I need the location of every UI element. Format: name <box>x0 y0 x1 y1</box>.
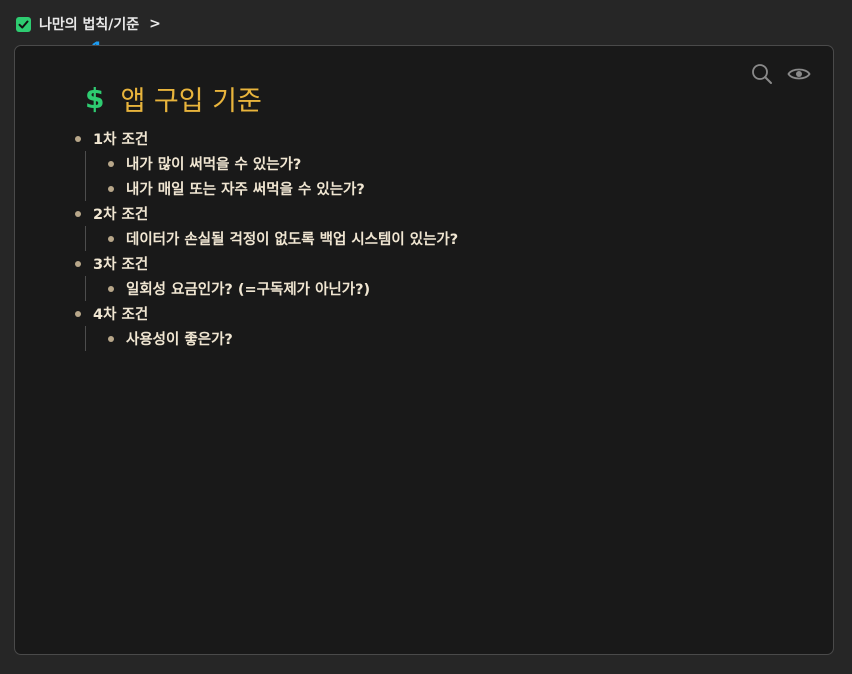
outline-item-label: 4차 조건 <box>93 307 149 323</box>
bullet-icon[interactable] <box>75 260 81 267</box>
bullet-icon[interactable] <box>75 210 81 217</box>
outline-row[interactable]: 2차 조건 <box>75 201 815 226</box>
outline-child-label: 데이터가 손실될 걱정이 없도록 백업 시스템이 있는가? <box>126 232 459 248</box>
outline-row[interactable]: 1차 조건 <box>75 126 815 151</box>
page-heading: $ 앱 구입 기준 <box>85 79 262 118</box>
bullet-icon[interactable] <box>108 235 114 242</box>
outline-item: 4차 조건 사용성이 좋은가? <box>75 301 815 351</box>
outline-child-row[interactable]: 내가 많이 써먹을 수 있는가? <box>108 151 815 176</box>
page-card: $ 앱 구입 기준 1차 조건 내가 많이 써먹을 수 있는가? 내가 매일 또… <box>14 45 834 655</box>
outline-item-label: 2차 조건 <box>93 207 149 223</box>
bullet-icon[interactable] <box>75 310 81 317</box>
page-title[interactable]: 앱 구입 기준 <box>120 79 261 118</box>
bullet-icon[interactable] <box>75 135 81 142</box>
outline-child-label: 내가 매일 또는 자주 써먹을 수 있는가? <box>126 182 365 198</box>
outline-child-label: 내가 많이 써먹을 수 있는가? <box>126 157 302 173</box>
outline-row[interactable]: 4차 조건 <box>75 301 815 326</box>
checkbox-checked-icon[interactable] <box>16 16 31 32</box>
outline-child-row[interactable]: 데이터가 손실될 걱정이 없도록 백업 시스템이 있는가? <box>108 226 815 251</box>
bullet-icon[interactable] <box>108 185 114 192</box>
outline-row[interactable]: 3차 조건 <box>75 251 815 276</box>
outline-item: 3차 조건 일회성 요금인가? (=구독제가 아닌가?) <box>75 251 815 301</box>
outline-children: 일회성 요금인가? (=구독제가 아닌가?) <box>85 276 815 301</box>
outline-child-label: 사용성이 좋은가? <box>126 332 233 348</box>
eye-icon[interactable] <box>787 65 811 87</box>
bullet-icon[interactable] <box>108 285 114 292</box>
dollar-icon: $ <box>85 82 105 115</box>
outline-children: 사용성이 좋은가? <box>85 326 815 351</box>
bullet-icon[interactable] <box>108 160 114 167</box>
outline-list: 1차 조건 내가 많이 써먹을 수 있는가? 내가 매일 또는 자주 써먹을 수… <box>75 126 815 351</box>
outline-child-row[interactable]: 일회성 요금인가? (=구독제가 아닌가?) <box>108 276 815 301</box>
outline-item: 2차 조건 데이터가 손실될 걱정이 없도록 백업 시스템이 있는가? <box>75 201 815 251</box>
breadcrumb-title[interactable]: 나만의 법칙/기준 <box>39 14 139 34</box>
breadcrumb-chevron[interactable]: > <box>149 16 161 32</box>
outline-item: 1차 조건 내가 많이 써먹을 수 있는가? 내가 매일 또는 자주 써먹을 수… <box>75 126 815 201</box>
outline-item-label: 3차 조건 <box>93 257 149 273</box>
outline-item-label: 1차 조건 <box>93 132 149 148</box>
bullet-icon[interactable] <box>108 335 114 342</box>
outline-children: 내가 많이 써먹을 수 있는가? 내가 매일 또는 자주 써먹을 수 있는가? <box>85 151 815 201</box>
outline-child-row[interactable]: 내가 매일 또는 자주 써먹을 수 있는가? <box>108 176 815 201</box>
outline-child-label: 일회성 요금인가? (=구독제가 아닌가?) <box>126 282 371 298</box>
breadcrumb[interactable]: 나만의 법칙/기준 > <box>16 12 161 36</box>
page-toolbar <box>751 63 811 89</box>
search-icon[interactable] <box>751 63 773 89</box>
outline-children: 데이터가 손실될 걱정이 없도록 백업 시스템이 있는가? <box>85 226 815 251</box>
outline-child-row[interactable]: 사용성이 좋은가? <box>108 326 815 351</box>
